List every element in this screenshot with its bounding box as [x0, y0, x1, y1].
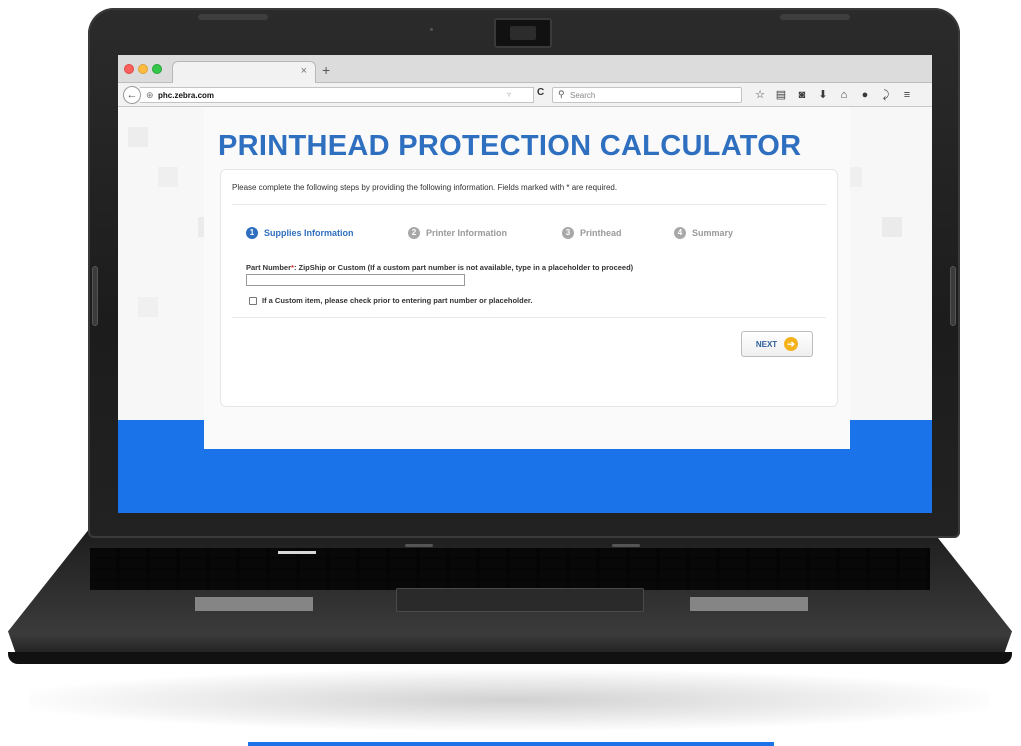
chat-icon[interactable]: ● — [859, 87, 871, 103]
browser-tab[interactable]: × — [172, 61, 316, 83]
back-button[interactable]: ← — [123, 86, 141, 104]
step-number-badge: 3 — [562, 227, 574, 239]
hinge-mark-right — [612, 544, 640, 547]
window-zoom-button[interactable] — [152, 64, 162, 74]
laptop-sticker-right — [690, 597, 808, 611]
step-printer[interactable]: 2 Printer Information — [408, 227, 507, 239]
next-button[interactable]: NEXT ➔ — [741, 331, 813, 357]
laptop-screen: × + ⊕ phc.zebra.com ▿ ← C ⚲ Search ☆ ▤ ◙… — [118, 55, 932, 513]
instructions-text: Please complete the following steps by p… — [232, 183, 618, 192]
divider — [232, 317, 826, 318]
divider — [232, 204, 826, 205]
download-icon[interactable]: ⬇ — [817, 87, 829, 103]
bookmarks-icon[interactable]: ▤ — [775, 87, 787, 103]
webcam-icon — [494, 18, 552, 48]
lid-latch-right — [950, 266, 956, 326]
new-tab-button[interactable]: + — [322, 63, 330, 77]
part-number-hint: : ZipShip or Custom (If a custom part nu… — [293, 263, 634, 272]
lid-latch-left — [92, 266, 98, 326]
custom-item-checkbox[interactable] — [249, 296, 257, 305]
star-icon[interactable]: ☆ — [754, 87, 766, 103]
microphone-dot — [430, 28, 433, 31]
arrow-right-icon: ➔ — [784, 337, 799, 351]
lid-bumper-left — [198, 14, 268, 20]
home-icon[interactable]: ⌂ — [838, 87, 850, 103]
url-bar[interactable]: ⊕ phc.zebra.com ▿ — [140, 87, 534, 103]
bottom-accent-stripe — [248, 742, 774, 746]
url-text: phc.zebra.com — [158, 91, 215, 100]
web-page: PRINTHEAD PROTECTION CALCULATOR Please c… — [118, 107, 932, 513]
custom-item-row: If a Custom item, please check prior to … — [249, 296, 532, 305]
lid-bumper-right — [780, 14, 850, 20]
pocket-icon[interactable]: ◙ — [796, 87, 808, 103]
next-button-label: NEXT — [755, 339, 778, 349]
step-indicator: 1 Supplies Information 2 Printer Informa… — [246, 227, 806, 241]
custom-item-label: If a Custom item, please check prior to … — [262, 296, 533, 305]
laptop-trackpad — [396, 588, 644, 612]
step-label: Supplies Information — [264, 228, 354, 238]
reload-button[interactable]: C — [537, 87, 544, 98]
laptop-sticker-left — [195, 597, 313, 611]
extension-icon[interactable]: ⤸ — [880, 87, 892, 103]
laptop-base-edge — [8, 652, 1012, 664]
floor-shadow — [30, 670, 990, 730]
step-label: Printer Information — [426, 228, 508, 238]
step-number-badge: 4 — [674, 227, 686, 239]
step-label: Summary — [692, 228, 734, 238]
search-input[interactable]: ⚲ Search — [552, 87, 742, 103]
menu-icon[interactable]: ≡ — [901, 87, 913, 103]
laptop-keyboard — [90, 548, 930, 590]
part-number-label-text: Part Number — [246, 263, 292, 272]
step-number-badge: 2 — [408, 227, 420, 239]
search-icon: ⚲ — [558, 89, 565, 99]
step-summary[interactable]: 4 Summary — [674, 227, 733, 239]
window-minimize-button[interactable] — [138, 64, 148, 74]
browser-nav-bar: ⊕ phc.zebra.com ▿ ← C ⚲ Search ☆ ▤ ◙ ⬇ ⌂… — [118, 83, 932, 107]
step-supplies[interactable]: 1 Supplies Information — [246, 227, 354, 239]
url-dropdown-icon[interactable]: ▿ — [507, 90, 511, 99]
site-info-icon[interactable]: ⊕ — [146, 90, 154, 101]
part-number-input[interactable] — [246, 274, 465, 286]
page-title: PRINTHEAD PROTECTION CALCULATOR — [218, 130, 802, 162]
hinge-mark-left — [405, 544, 433, 547]
part-number-label: Part Number*: ZipShip or Custom (If a cu… — [246, 263, 633, 272]
calculator-card: Please complete the following steps by p… — [220, 169, 838, 407]
power-led — [278, 551, 316, 554]
window-close-button[interactable] — [124, 64, 134, 74]
step-printhead[interactable]: 3 Printhead — [562, 227, 622, 239]
step-label: Printhead — [580, 228, 622, 238]
tab-close-icon[interactable]: × — [301, 65, 307, 77]
browser-toolbar-icons: ☆ ▤ ◙ ⬇ ⌂ ● ⤸ ≡ — [754, 87, 913, 103]
browser-tab-bar: × + — [118, 55, 932, 83]
search-placeholder: Search — [570, 91, 596, 100]
step-number-badge: 1 — [246, 227, 258, 239]
